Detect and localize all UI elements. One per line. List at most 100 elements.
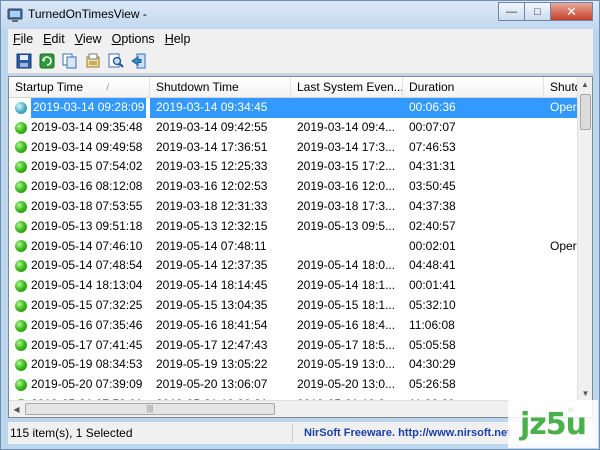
startup-time: 2019-03-16 08:12:08 [31, 179, 143, 194]
status-dot-icon [15, 379, 27, 392]
minimize-button[interactable]: — [498, 2, 524, 21]
exit-icon [131, 53, 146, 68]
duration: 04:37:38 [409, 198, 456, 213]
status-dot-icon [15, 299, 27, 312]
startup-time-cell: 2019-03-14 09:35:48 [9, 118, 150, 138]
status-dot-icon [15, 200, 27, 213]
table-row[interactable]: 2019-05-13 09:51:18 2019-05-13 12:32:15 20… [9, 217, 579, 237]
table-row[interactable]: 2019-05-16 07:35:46 2019-05-16 18:41:54 20… [9, 316, 579, 336]
status-dot-icon [15, 359, 27, 372]
vertical-scrollbar[interactable]: ▲ ▼ [577, 77, 592, 401]
table-row[interactable]: 2019-05-20 07:39:09 2019-05-20 13:06:07 20… [9, 375, 579, 395]
menu-options[interactable]: Options [107, 32, 160, 46]
table-row[interactable]: 2019-03-14 09:49:58 2019-03-14 17:36:51 20… [9, 138, 579, 158]
toolbar [8, 48, 593, 74]
maximize-button[interactable]: □ [524, 2, 550, 21]
copy-button[interactable] [60, 51, 80, 71]
exit-button[interactable] [129, 51, 149, 71]
status-dot-icon [15, 280, 27, 293]
startup-time: 2019-05-15 07:32:25 [31, 297, 143, 312]
menu-view[interactable]: View [70, 32, 107, 46]
startup-time: 2019-03-18 07:53:55 [31, 198, 143, 213]
save-icon [16, 53, 32, 68]
table-row[interactable]: 2019-03-15 07:54:02 2019-03-15 12:25:33 20… [9, 157, 579, 177]
duration: 00:07:07 [409, 119, 456, 134]
table-row[interactable]: 2019-03-16 08:12:08 2019-03-16 12:02:53 20… [9, 177, 579, 197]
startup-time-cell: 2019-03-14 09:49:58 [9, 138, 150, 158]
menu-edit[interactable]: Edit [38, 32, 70, 46]
startup-time-cell: 2019-05-13 09:51:18 [9, 217, 150, 237]
nirsoft-link[interactable]: NirSoft Freeware. http://www.nirsoft.net [293, 424, 511, 442]
title-bar[interactable]: TurnedOnTimesView - — □ ✕ [1, 1, 599, 29]
duration: 07:46:53 [409, 139, 456, 154]
menu-help[interactable]: Help [160, 32, 196, 46]
table-row[interactable]: 2019-05-15 07:32:25 2019-05-15 13:04:35 20… [9, 296, 579, 316]
shutdown-time: 2019-05-13 12:32:15 [156, 218, 268, 233]
startup-time: 2019-03-14 09:28:09 [31, 98, 147, 118]
shutdown-time: 2019-05-14 18:14:45 [156, 278, 268, 293]
table-row[interactable]: 2019-05-14 07:48:54 2019-05-14 12:37:35 20… [9, 256, 579, 276]
status-dot-icon [15, 141, 27, 154]
vertical-scroll-thumb[interactable] [580, 94, 591, 130]
startup-time: 2019-03-14 09:49:58 [31, 139, 143, 154]
menu-view-label: iew [82, 31, 102, 46]
table-row[interactable]: 2019-03-18 07:53:55 2019-03-18 12:31:33 20… [9, 197, 579, 217]
duration: 00:06:36 [403, 98, 544, 118]
last-system-event: 2019-03-18 17:3... [297, 198, 396, 213]
column-label: Startup Time [15, 80, 84, 94]
status-dot-icon [15, 220, 27, 233]
close-button[interactable]: ✕ [550, 2, 593, 21]
watermark-logo: jz5u [508, 400, 598, 448]
startup-time-cell: 2019-03-18 07:53:55 [9, 197, 150, 217]
menu-file[interactable]: File [8, 32, 38, 46]
last-system-event: 2019-05-13 09:5... [297, 218, 396, 233]
list-rows: 2019-03-14 09:28:09 2019-03-14 09:34:45 00… [9, 98, 584, 415]
column-header-last-system-event[interactable]: Last System Even... [291, 77, 403, 98]
status-dot-icon [15, 161, 27, 174]
menu-edit-accel: E [43, 31, 52, 46]
menu-help-label: elp [173, 31, 191, 46]
scroll-up-icon[interactable]: ▲ [578, 77, 592, 92]
column-header-duration[interactable]: Duration [403, 77, 544, 98]
table-row[interactable]: 2019-05-14 18:13:04 2019-05-14 18:14:45 20… [9, 276, 579, 296]
column-label: Last System Even... [297, 80, 403, 94]
properties-button[interactable] [83, 51, 103, 71]
refresh-icon [39, 53, 55, 68]
last-system-event: 2019-05-15 18:1... [297, 297, 396, 312]
table-row[interactable]: 2019-05-17 07:41:45 2019-05-17 12:47:43 20… [9, 336, 579, 356]
maximize-icon: □ [534, 5, 541, 18]
menu-options-label: ptions [121, 31, 155, 46]
copy-icon [62, 53, 77, 68]
startup-time: 2019-05-17 07:41:45 [31, 337, 143, 352]
scroll-left-icon[interactable]: ◀ [9, 401, 24, 417]
startup-time: 2019-05-20 07:39:09 [31, 377, 143, 392]
scroll-down-icon[interactable]: ▼ [578, 386, 592, 401]
horizontal-scroll-thumb[interactable]: ||| [25, 403, 275, 415]
duration: 05:32:10 [409, 297, 456, 312]
startup-time-cell: 2019-03-15 07:54:02 [9, 157, 150, 177]
last-system-event [291, 237, 403, 257]
horizontal-scrollbar[interactable]: ◀ ||| ▶ [9, 400, 579, 417]
times-list[interactable]: Startup Time / Shutdown Time Last System… [8, 76, 593, 418]
minimize-icon: — [506, 5, 517, 18]
column-header-startup-time[interactable]: Startup Time / [9, 77, 150, 98]
table-row[interactable]: 2019-03-14 09:35:48 2019-03-14 09:42:55 20… [9, 118, 579, 138]
save-button[interactable] [14, 51, 34, 71]
column-label: Duration [409, 80, 455, 94]
properties-icon [86, 53, 100, 67]
shutdown-time: 2019-05-14 07:48:11 [156, 238, 267, 253]
shutdown-time: 2019-03-14 09:42:55 [156, 119, 268, 134]
shutdown-time: 2019-05-15 13:04:35 [156, 297, 268, 312]
status-dot-icon [15, 121, 27, 134]
startup-time-cell: 2019-03-16 08:12:08 [9, 177, 150, 197]
column-header-shutdown-time[interactable]: Shutdown Time [150, 77, 291, 98]
table-row[interactable]: 2019-03-14 09:28:09 2019-03-14 09:34:45 00… [9, 98, 584, 118]
table-row[interactable]: 2019-05-14 07:46:10 2019-05-14 07:48:11 00… [9, 237, 579, 257]
find-button[interactable] [106, 51, 126, 71]
column-label: Shutdown Time [156, 80, 239, 94]
startup-time-cell: 2019-05-14 07:46:10 [9, 237, 150, 257]
refresh-button[interactable] [37, 51, 57, 71]
table-row[interactable]: 2019-05-19 08:34:53 2019-05-19 13:05:22 20… [9, 355, 579, 375]
shutdown-time: 2019-05-20 13:06:07 [156, 377, 268, 392]
last-system-event: 2019-05-16 18:4... [297, 317, 396, 332]
